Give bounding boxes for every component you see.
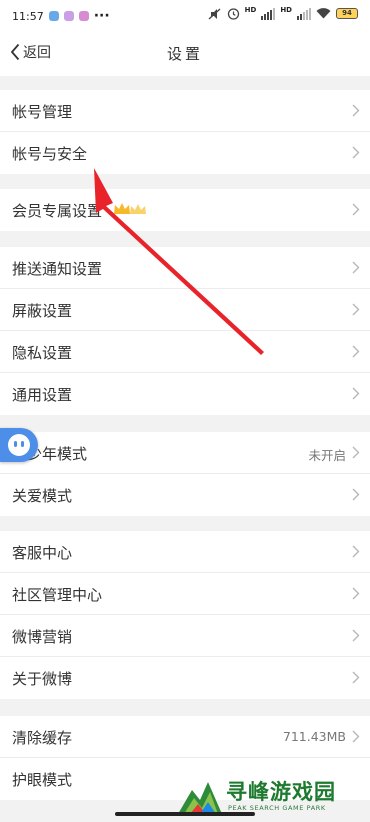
youth-mode-item[interactable]: 青少年模式 未开启 bbox=[0, 432, 370, 474]
item-label: 社区管理中心 bbox=[12, 586, 103, 604]
general-settings-item[interactable]: 通用设置 bbox=[0, 373, 370, 415]
chevron-right-icon bbox=[352, 545, 360, 558]
item-label: 隐私设置 bbox=[12, 344, 73, 362]
signal-icon bbox=[297, 7, 311, 20]
weibo-marketing-item[interactable]: 微博营销 bbox=[0, 615, 370, 657]
chevron-right-icon bbox=[352, 203, 360, 216]
status-bar: 11:57 ··· HD HD 94 bbox=[0, 0, 370, 30]
chevron-right-icon bbox=[352, 387, 360, 400]
app-notification-icon bbox=[78, 11, 89, 21]
clear-cache-item[interactable]: 清除缓存 711.43MB bbox=[0, 716, 370, 758]
item-label: 微博营销 bbox=[12, 628, 73, 646]
item-label: 护眼模式 bbox=[12, 771, 73, 789]
wifi-icon bbox=[316, 8, 331, 19]
settings-group-membership: 会员专属设置 bbox=[0, 189, 370, 231]
settings-group-general: 推送通知设置 屏蔽设置 隐私设置 通用设置 bbox=[0, 247, 370, 415]
item-label: 帐号管理 bbox=[12, 103, 73, 121]
chevron-right-icon bbox=[352, 629, 360, 642]
chevron-right-icon bbox=[352, 261, 360, 274]
item-label: 通用设置 bbox=[12, 386, 73, 404]
more-notifications-icon: ··· bbox=[93, 8, 110, 24]
item-label: 关爱模式 bbox=[12, 487, 73, 505]
status-time: 11:57 bbox=[12, 9, 44, 23]
navigation-header: 返回 设置 bbox=[0, 30, 370, 76]
battery-icon: 94 bbox=[336, 8, 358, 19]
chevron-right-icon bbox=[352, 345, 360, 358]
youth-mode-status: 未开启 bbox=[308, 448, 346, 463]
app-notification-icon bbox=[48, 11, 59, 21]
account-security-item[interactable]: 帐号与安全 bbox=[0, 132, 370, 174]
member-exclusive-settings-item[interactable]: 会员专属设置 bbox=[0, 189, 370, 231]
chevron-right-icon bbox=[352, 146, 360, 159]
item-label: 清除缓存 bbox=[12, 729, 73, 747]
crown-icon bbox=[114, 203, 146, 214]
mountain-logo-icon bbox=[178, 782, 222, 814]
push-notification-settings-item[interactable]: 推送通知设置 bbox=[0, 247, 370, 289]
chevron-right-icon bbox=[352, 730, 360, 743]
customer-service-item[interactable]: 客服中心 bbox=[0, 531, 370, 573]
chevron-right-icon bbox=[352, 587, 360, 600]
chevron-right-icon bbox=[352, 104, 360, 117]
settings-group-modes: 青少年模式 未开启 关爱模式 bbox=[0, 432, 370, 516]
chevron-right-icon bbox=[352, 446, 360, 459]
cache-size: 711.43MB bbox=[282, 729, 346, 744]
mute-icon bbox=[208, 8, 221, 19]
item-label: 关于微博 bbox=[12, 670, 73, 688]
about-weibo-item[interactable]: 关于微博 bbox=[0, 657, 370, 699]
hd-label: HD bbox=[280, 6, 292, 14]
item-label: 会员专属设置 bbox=[12, 202, 103, 220]
privacy-settings-item[interactable]: 隐私设置 bbox=[0, 331, 370, 373]
block-settings-item[interactable]: 屏蔽设置 bbox=[0, 289, 370, 331]
home-indicator bbox=[115, 812, 255, 816]
settings-group-account: 帐号管理 帐号与安全 bbox=[0, 90, 370, 174]
signal-icon bbox=[261, 7, 276, 20]
alarm-icon bbox=[227, 8, 239, 20]
item-label: 帐号与安全 bbox=[12, 145, 88, 163]
watermark-title: 寻峰游戏园 bbox=[226, 780, 336, 804]
assistant-face-icon bbox=[8, 434, 30, 456]
item-label: 推送通知设置 bbox=[12, 260, 103, 278]
page-title: 设置 bbox=[166, 45, 203, 63]
item-label: 屏蔽设置 bbox=[12, 302, 73, 320]
hd-label: HD bbox=[244, 6, 257, 14]
chevron-right-icon bbox=[352, 303, 360, 316]
chevron-right-icon bbox=[352, 671, 360, 684]
chevron-right-icon bbox=[352, 488, 360, 501]
account-management-item[interactable]: 帐号管理 bbox=[0, 90, 370, 132]
community-management-item[interactable]: 社区管理中心 bbox=[0, 573, 370, 615]
settings-group-support: 客服中心 社区管理中心 微博营销 关于微博 bbox=[0, 531, 370, 699]
care-mode-item[interactable]: 关爱模式 bbox=[0, 474, 370, 516]
item-label: 客服中心 bbox=[12, 544, 73, 562]
app-notification-icon bbox=[63, 11, 74, 21]
floating-assistant-button[interactable] bbox=[0, 428, 38, 462]
watermark-subtitle: PEAK SEARCH GAME PARK bbox=[228, 804, 326, 812]
